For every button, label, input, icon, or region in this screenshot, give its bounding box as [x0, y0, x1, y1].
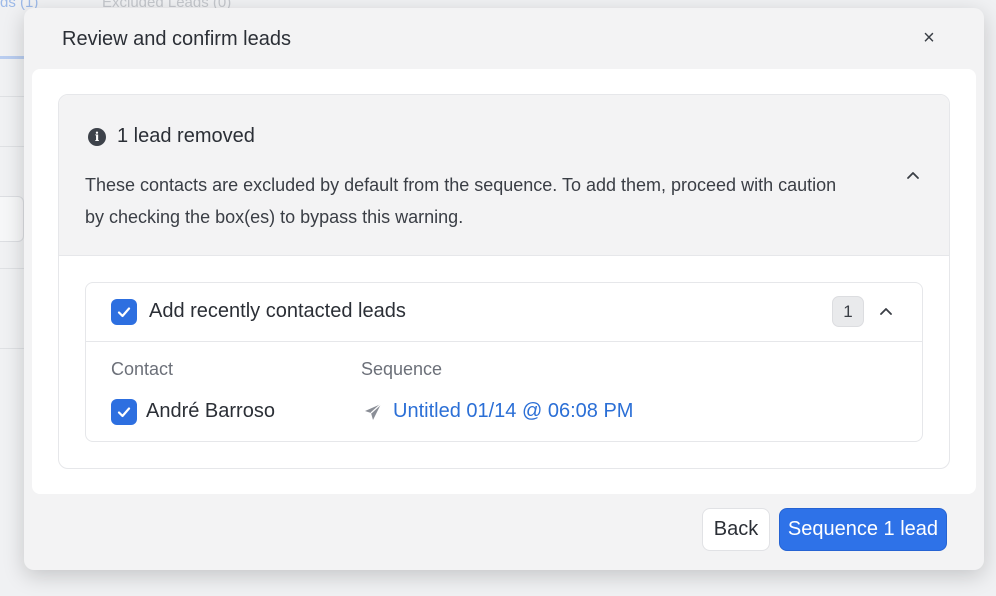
group-header: Add recently contacted leads 1	[86, 283, 922, 342]
warning-header: i 1 lead removed These contacts are excl…	[59, 95, 949, 256]
modal-body: i 1 lead removed These contacts are excl…	[32, 69, 976, 494]
modal-title: Review and confirm leads	[62, 28, 291, 50]
back-button[interactable]: Back	[702, 508, 770, 551]
background-divider	[0, 146, 24, 147]
add-recently-contacted-checkbox[interactable]	[111, 299, 137, 325]
collapse-group-button[interactable]	[875, 300, 897, 322]
collapse-warning-button[interactable]	[902, 164, 924, 186]
chevron-up-icon	[880, 308, 892, 315]
close-icon: ×	[923, 26, 935, 49]
column-header-contact: Contact	[111, 359, 174, 379]
chevron-up-icon	[907, 172, 919, 179]
checkmark-icon	[117, 307, 131, 318]
count-badge: 1	[832, 296, 864, 327]
close-button[interactable]: ×	[917, 26, 941, 50]
background-divider	[0, 96, 24, 97]
background-tab-underline	[0, 56, 24, 59]
sequence-leads-button[interactable]: Sequence 1 lead	[779, 508, 947, 551]
info-icon: i	[88, 128, 106, 146]
warning-title: 1 lead removed	[117, 125, 255, 147]
group-label: Add recently contacted leads	[149, 300, 406, 322]
sequence-link[interactable]: Untitled 01/14 @ 06:08 PM	[393, 400, 633, 423]
background-control	[0, 196, 24, 242]
warning-description: These contacts are excluded by default f…	[85, 175, 837, 227]
review-leads-modal: Review and confirm leads × i 1 lead remo…	[24, 8, 984, 570]
column-header-sequence: Sequence	[361, 359, 443, 379]
lead-row-checkbox[interactable]	[111, 399, 137, 425]
checkmark-icon	[117, 407, 131, 418]
background-divider	[0, 348, 24, 349]
recently-contacted-group: Add recently contacted leads 1 Contact S…	[85, 282, 923, 442]
warning-panel: i 1 lead removed These contacts are excl…	[58, 94, 950, 469]
contact-name: André Barroso	[146, 400, 275, 422]
background-divider	[0, 268, 24, 269]
send-icon	[365, 403, 382, 420]
